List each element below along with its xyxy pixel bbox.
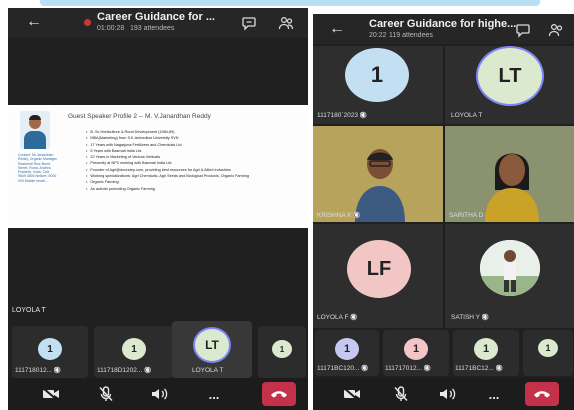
top-blue-bar <box>40 0 540 6</box>
participant-tile[interactable]: LT LOYOLA T <box>445 46 574 124</box>
shared-slide: Contact: Mr.Janardhan Reddy, Organic Man… <box>8 105 308 228</box>
participant-name: SARITHA D <box>449 212 484 219</box>
hang-up-button[interactable] <box>262 382 296 406</box>
participant-tile[interactable]: 1 11171BC12... 🔇 <box>453 330 519 376</box>
meeting-header: ← Career Guidance for highe... 20:22 119… <box>313 14 574 44</box>
slide-title: Guest Speaker Profile 2 -- M. V.Janardha… <box>68 113 211 120</box>
muted-mic-icon: 🔇 <box>422 366 432 372</box>
meeting-title: Career Guidance for highe... <box>369 18 517 30</box>
participant-tile[interactable]: SATISH Y 🔇 <box>445 224 574 328</box>
meeting-attendees: 193 attendees <box>130 25 175 32</box>
muted-mic-icon: 🔇 <box>52 368 62 374</box>
camera-off-icon[interactable] <box>40 384 62 404</box>
call-controls: ... <box>313 378 574 410</box>
avatar: 1 <box>474 338 498 360</box>
mic-off-icon[interactable] <box>390 384 412 404</box>
meeting-attendees: 119 attendees <box>389 32 433 39</box>
speaker-icon[interactable] <box>437 384 459 404</box>
chat-icon[interactable] <box>515 22 531 38</box>
participant-name: LOYOLA T <box>451 112 483 119</box>
participant-name: 1117180`2023 🔇 <box>317 112 368 119</box>
muted-mic-icon: 🔇 <box>348 315 358 321</box>
participant-tile[interactable]: 1 <box>258 326 306 378</box>
participant-video-feed <box>355 149 405 222</box>
meeting-header: ← Career Guidance for ... 01:00:28 193 a… <box>8 8 308 38</box>
participant-video[interactable]: KRISHNA K 🔇 <box>313 126 443 222</box>
teams-meeting-right: ← Career Guidance for highe... 20:22 119… <box>313 14 574 410</box>
camera-off-icon[interactable] <box>341 384 363 404</box>
participants-icon[interactable] <box>548 22 564 38</box>
participant-name: LOYOLA T <box>192 367 224 374</box>
participant-tile[interactable]: 1 111718D1202... 🔇 <box>94 326 174 378</box>
back-arrow-icon[interactable]: ← <box>26 14 42 30</box>
slide-bullet-list: B. Sc Horticulture & Rural Development (… <box>86 129 301 192</box>
back-arrow-icon[interactable]: ← <box>329 21 345 37</box>
avatar: LT <box>478 48 542 104</box>
call-controls: ... <box>8 378 308 410</box>
participant-name: LOYOLA F 🔇 <box>317 314 358 321</box>
avatar: 1 <box>404 338 428 360</box>
muted-mic-icon: 🔇 <box>359 366 369 372</box>
avatar: 1 <box>122 338 146 360</box>
chat-icon[interactable] <box>241 15 257 31</box>
speaker-icon[interactable] <box>149 384 171 404</box>
avatar: 1 <box>335 338 359 360</box>
muted-mic-icon: 🔇 <box>480 315 490 321</box>
participant-name: KRISHNA K 🔇 <box>317 212 361 219</box>
slide-bullet: An activist promoting Organic Farming <box>86 186 301 192</box>
participant-name: 111717012... 🔇 <box>385 365 432 372</box>
participant-tile[interactable]: 1 1117180`2023 🔇 <box>313 46 443 124</box>
participants-icon[interactable] <box>278 15 294 31</box>
recording-dot-icon <box>84 19 91 26</box>
avatar: LF <box>347 240 411 298</box>
participant-name: 11171BC120... 🔇 <box>317 365 369 372</box>
slide-contact-text: Contact: Mr.Janardhan Reddy, Organic Man… <box>18 153 58 183</box>
avatar: 1 <box>538 339 558 357</box>
avatar: 1 <box>345 48 409 102</box>
meeting-timer: 01:00:28 <box>97 25 125 32</box>
avatar-photo <box>480 240 540 296</box>
participant-tile[interactable]: 1 111717012... 🔇 <box>383 330 449 376</box>
participant-tile[interactable]: 1 111718012... 🔇 <box>12 326 88 378</box>
teams-meeting-left: ← Career Guidance for ... 01:00:28 193 a… <box>8 8 308 410</box>
participant-name: 111718D1202... 🔇 <box>97 367 152 374</box>
participant-tile-active[interactable]: LT LOYOLA T <box>172 321 252 378</box>
participant-name: SATISH Y 🔇 <box>451 314 490 321</box>
participant-name: 11171BC12... 🔇 <box>455 365 503 372</box>
participant-tile[interactable]: 1 <box>523 330 573 376</box>
muted-mic-icon: 🔇 <box>357 113 368 119</box>
speaker-photo <box>20 111 50 149</box>
avatar: LT <box>195 329 229 361</box>
avatar: 1 <box>38 338 62 360</box>
participant-video[interactable]: SARITHA D <box>445 126 574 222</box>
participant-video-feed <box>485 153 539 222</box>
profile-photo <box>480 240 540 296</box>
presenter-label: LOYOLA T <box>12 307 46 314</box>
hang-up-button[interactable] <box>525 382 559 406</box>
avatar: 1 <box>272 340 292 358</box>
meeting-timer: 20:22 <box>369 32 387 39</box>
more-options-icon[interactable]: ... <box>203 384 225 404</box>
muted-mic-icon: 🔇 <box>142 368 152 374</box>
participant-name: 111718012... 🔇 <box>15 367 62 374</box>
muted-mic-icon: 🔇 <box>493 366 503 372</box>
participant-tile[interactable]: 1 11171BC120... 🔇 <box>315 330 379 376</box>
more-options-icon[interactable]: ... <box>483 384 505 404</box>
meeting-title: Career Guidance for ... <box>97 11 215 23</box>
muted-mic-icon: 🔇 <box>351 213 361 219</box>
mic-off-icon[interactable] <box>95 384 117 404</box>
participant-tile[interactable]: LF LOYOLA F 🔇 <box>313 224 443 328</box>
